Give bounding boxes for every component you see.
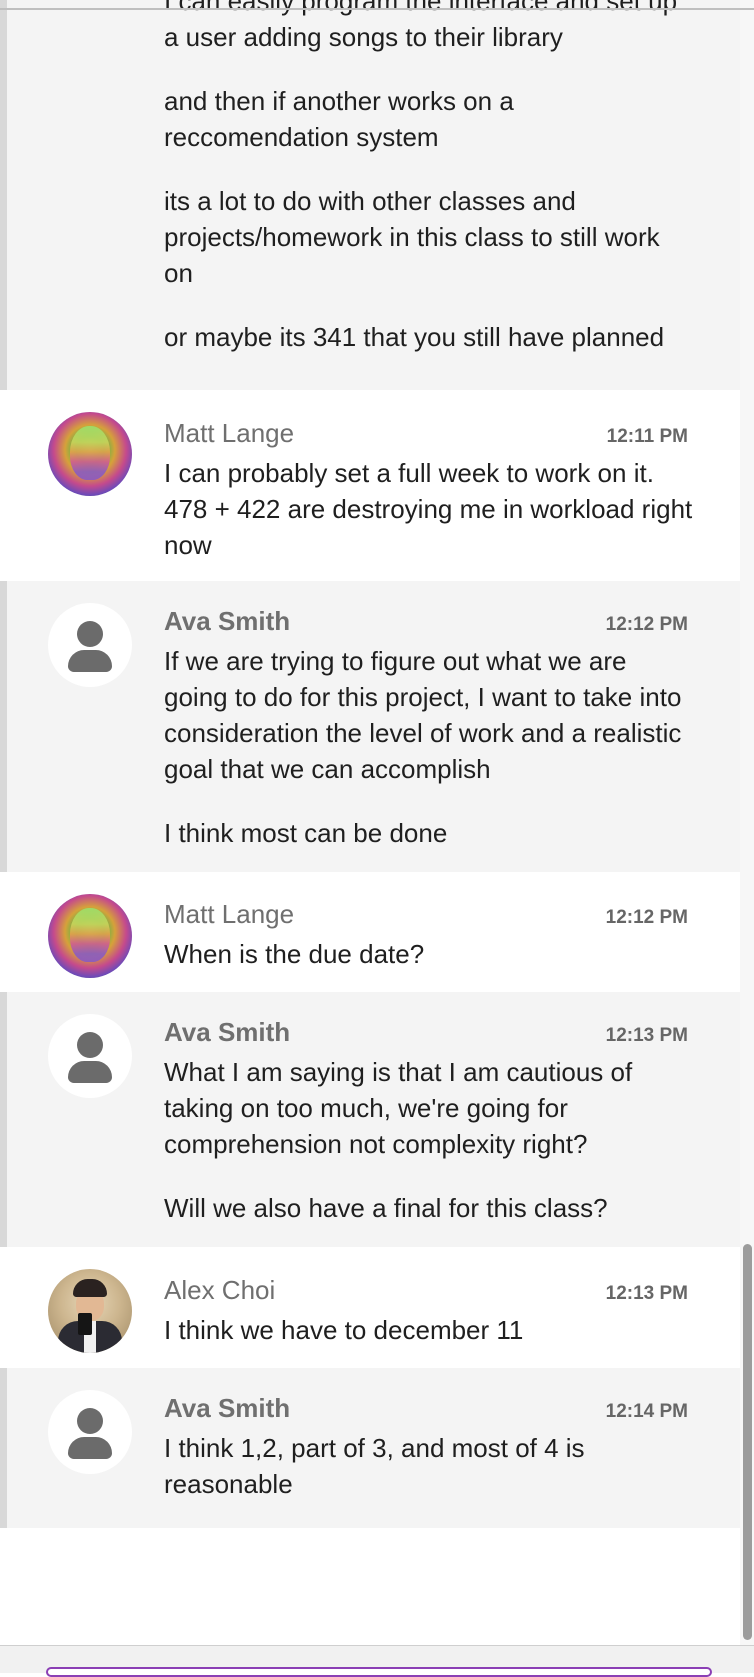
avatar[interactable] xyxy=(48,412,132,496)
message-text: I can probably set a full week to work o… xyxy=(164,458,693,560)
scrollbar-thumb[interactable] xyxy=(743,1244,752,1640)
message-item: Ava Smith 12:13 PM What I am saying is t… xyxy=(0,992,740,1247)
author-name[interactable]: Ava Smith xyxy=(164,1392,290,1424)
message-text: and then if another works on a reccomend… xyxy=(164,86,514,152)
message-item: Ava Smith 12:14 PM I think 1,2, part of … xyxy=(0,1368,740,1528)
author-name[interactable]: Matt Lange xyxy=(164,898,294,930)
timestamp: 12:11 PM xyxy=(606,426,688,447)
message-text: If we are trying to figure out what we a… xyxy=(164,646,682,784)
message-header: Ava Smith 12:12 PM xyxy=(164,605,694,637)
person-icon-body xyxy=(68,1437,112,1459)
message-header: Ava Smith 12:13 PM xyxy=(164,1016,694,1048)
timestamp: 12:13 PM xyxy=(605,1283,688,1304)
top-divider xyxy=(0,8,754,10)
avatar-hair xyxy=(73,1279,107,1297)
message-text: I think 1,2, part of 3, and most of 4 is… xyxy=(164,1433,585,1499)
message-header: Ava Smith 12:14 PM xyxy=(164,1392,694,1424)
message-item: Ava Smith 12:12 PM If we are trying to f… xyxy=(0,581,740,872)
avatar-face xyxy=(70,908,110,962)
timestamp: 12:13 PM xyxy=(605,1025,688,1046)
avatar-face xyxy=(70,426,110,480)
author-name[interactable]: Ava Smith xyxy=(164,605,290,637)
timestamp: 12:12 PM xyxy=(605,614,688,635)
message-item: I can easily program the interface and s… xyxy=(0,0,740,390)
message-item: Matt Lange 12:11 PM I can probably set a… xyxy=(0,390,740,581)
timestamp: 12:14 PM xyxy=(605,1401,688,1422)
person-icon xyxy=(77,1032,103,1058)
message-text: What I am saying is that I am cautious o… xyxy=(164,1057,633,1159)
message-input[interactable] xyxy=(46,1667,712,1677)
avatar[interactable] xyxy=(48,1269,132,1353)
message-text: its a lot to do with other classes and p… xyxy=(164,186,660,288)
author-name[interactable]: Matt Lange xyxy=(164,417,294,449)
timestamp: 12:12 PM xyxy=(605,907,688,928)
person-icon-body xyxy=(68,1061,112,1083)
author-name[interactable]: Alex Choi xyxy=(164,1274,275,1306)
message-header: Alex Choi 12:13 PM xyxy=(164,1274,694,1306)
person-icon-body xyxy=(68,650,112,672)
avatar[interactable] xyxy=(48,1014,132,1098)
message-text: or maybe its 341 that you still have pla… xyxy=(164,322,665,352)
message-header: Matt Lange 12:12 PM xyxy=(164,898,694,930)
message-text: I think most can be done xyxy=(164,818,448,848)
message-item: Matt Lange 12:12 PM When is the due date… xyxy=(0,872,740,992)
avatar[interactable] xyxy=(48,1390,132,1474)
message-header: Matt Lange 12:11 PM xyxy=(164,417,694,449)
avatar[interactable] xyxy=(48,603,132,687)
person-icon xyxy=(77,621,103,647)
avatar-phone xyxy=(78,1313,92,1335)
person-icon xyxy=(77,1408,103,1434)
author-name[interactable]: Ava Smith xyxy=(164,1016,290,1048)
message-feed[interactable]: I can easily program the interface and s… xyxy=(0,0,740,1528)
message-text: I think we have to december 11 xyxy=(164,1315,524,1345)
message-text: Will we also have a final for this class… xyxy=(164,1193,608,1223)
message-text: When is the due date? xyxy=(164,939,425,969)
message-item: Alex Choi 12:13 PM I think we have to de… xyxy=(0,1247,740,1368)
avatar[interactable] xyxy=(48,894,132,978)
